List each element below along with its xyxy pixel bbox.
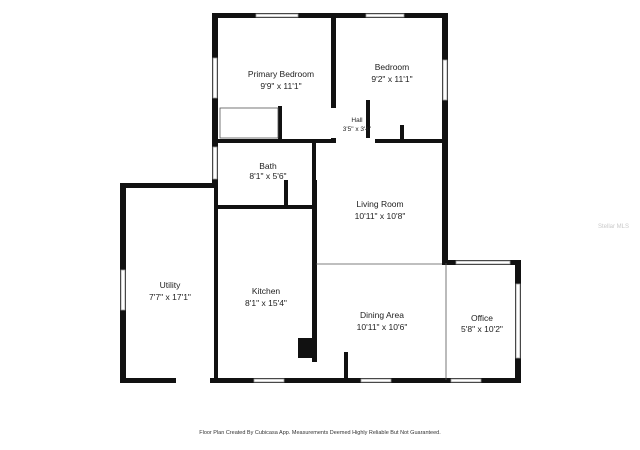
bath-label: Bath: [259, 161, 277, 171]
kitchen-dims: 8'1" x 15'4": [245, 298, 287, 308]
window-primary-top: [255, 13, 299, 18]
window-office-bottom: [450, 378, 482, 383]
window-office-top: [455, 260, 511, 265]
openings: [176, 108, 374, 384]
hall-opening: [330, 108, 337, 138]
window-bath-left: [212, 146, 218, 180]
wall-bedroom-hall-upper: [331, 18, 336, 108]
primary-bedroom-label: Primary Bedroom: [248, 69, 314, 79]
living-room-label: Living Room: [356, 199, 403, 209]
primary-bedroom-dims: 9'9" x 11'1": [260, 81, 301, 91]
utility-door-gap: [176, 377, 210, 384]
primary-closet-outline: [219, 107, 279, 139]
wall-bath-stub: [284, 180, 288, 208]
window-bedroom-right: [442, 59, 448, 101]
wall-hall-right: [366, 100, 370, 143]
wall-utility-kitchen: [214, 188, 218, 383]
wall-bedroom-closet: [400, 125, 404, 140]
wall-primary-bottom: [218, 139, 336, 143]
watermark-text: Stellar MLS: [598, 224, 630, 230]
wall-closet-stub: [278, 106, 282, 140]
wall-top: [212, 13, 448, 18]
office-label: Office: [471, 313, 493, 323]
window-dining-bottom: [360, 378, 392, 383]
utility-dims: 7'7" x 17'1": [149, 292, 191, 302]
bedroom-door-gap: [336, 138, 374, 144]
window-bedroom-top: [365, 13, 405, 18]
bath-dims: 8'1" x 5'6": [249, 171, 286, 181]
bedroom-dims: 9'2" x 11'1": [371, 74, 412, 84]
dining-area-label: Dining Area: [360, 310, 404, 320]
floor-plan: Primary Bedroom 9'9" x 11'1" Bedroom 9'2…: [120, 13, 521, 384]
thin-lines: [219, 107, 447, 380]
kitchen-label: Kitchen: [252, 286, 281, 296]
chimney-block: [298, 338, 314, 358]
living-room-dims: 10'11" x 10'8": [355, 211, 406, 221]
wall-utility-top: [120, 183, 218, 188]
hall-dims: 3'5" x 3'4": [343, 126, 372, 133]
utility-label: Utility: [160, 280, 182, 290]
window-utility-left: [120, 269, 126, 311]
wall-dining-stub: [344, 352, 348, 382]
wall-right-upper: [442, 13, 448, 263]
footer-disclaimer: Floor Plan Created By Cubicasa App. Meas…: [199, 430, 441, 436]
dining-area-dims: 10'11" x 10'6": [357, 322, 408, 332]
wall-bath-kitchen: [218, 205, 316, 209]
window-office-right: [515, 283, 521, 359]
office-dims: 5'8" x 10'2": [461, 324, 503, 334]
wall-bedroom-bottom: [375, 139, 448, 143]
hall-label: Hall: [351, 117, 363, 124]
wall-living-left: [312, 180, 317, 362]
window-primary-left: [212, 57, 218, 99]
bedroom-label: Bedroom: [375, 62, 410, 72]
window-kitchen-bottom: [253, 378, 285, 383]
